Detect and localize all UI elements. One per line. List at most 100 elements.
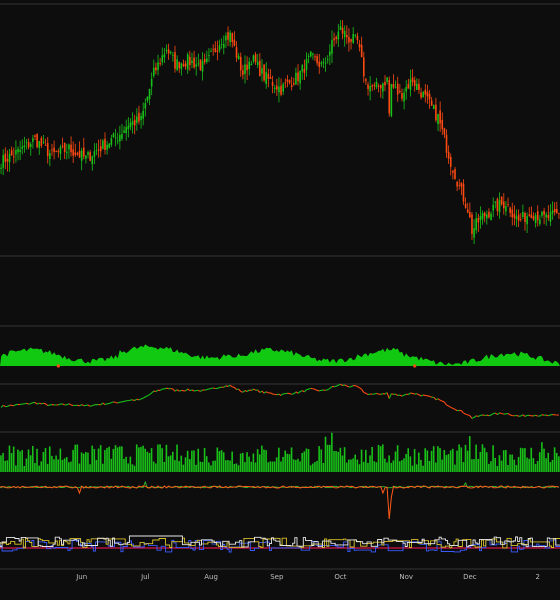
candle-body xyxy=(481,213,484,220)
volume-bar xyxy=(46,463,49,472)
candle-body xyxy=(76,153,79,155)
overlay-segment xyxy=(193,389,197,392)
volume-bar xyxy=(379,446,382,472)
volume-bar xyxy=(381,444,384,472)
overlay-segment xyxy=(115,401,118,404)
candle-body xyxy=(233,39,236,46)
candle-body xyxy=(356,35,359,41)
candle-body xyxy=(352,34,354,43)
volume-bar xyxy=(108,446,110,472)
volume-bar xyxy=(449,450,452,472)
volume-bar xyxy=(367,462,369,472)
volume-bar xyxy=(498,455,501,472)
volume-bar xyxy=(333,450,335,472)
candle-body xyxy=(312,53,314,55)
candle-body xyxy=(401,93,403,99)
candle-body xyxy=(305,59,308,70)
candle-body xyxy=(191,60,193,64)
candle-body xyxy=(437,114,439,125)
candle-body xyxy=(250,63,253,66)
candle-body xyxy=(445,134,448,153)
volume-bar xyxy=(445,455,448,472)
candle-body xyxy=(282,84,284,92)
candle-body xyxy=(517,214,520,221)
volume-bar xyxy=(411,465,414,472)
candle-body xyxy=(369,85,371,92)
volume-bar xyxy=(97,448,100,472)
area-marker xyxy=(413,364,417,368)
candle-body xyxy=(536,211,539,221)
volume-bar xyxy=(34,463,36,472)
candle-body xyxy=(4,153,7,162)
volume-bar xyxy=(343,447,346,472)
volume-bar xyxy=(475,444,477,472)
volume-bar xyxy=(290,447,293,472)
volume-bar xyxy=(57,459,60,472)
volume-bar xyxy=(112,449,115,472)
volume-bar xyxy=(524,448,526,472)
volume-bar xyxy=(65,457,68,472)
volume-bar xyxy=(252,453,255,472)
candle-body xyxy=(104,138,106,151)
volume-bar xyxy=(87,452,89,472)
volume-bar xyxy=(116,447,119,472)
volume-bar xyxy=(551,459,554,472)
candle-body xyxy=(407,84,410,89)
volume-bar xyxy=(142,445,144,472)
volume-bar xyxy=(163,461,166,472)
volume-bar xyxy=(210,465,212,472)
candle-body xyxy=(40,137,43,146)
candle-body xyxy=(388,80,391,114)
volume-bar xyxy=(10,453,13,472)
volume-bar xyxy=(435,462,437,472)
candle-body xyxy=(212,49,214,51)
volume-bar xyxy=(356,459,359,472)
candle-body xyxy=(53,147,55,153)
candle-body xyxy=(460,182,463,187)
candle-body xyxy=(309,51,312,57)
volume-bar xyxy=(492,445,494,472)
candle-body xyxy=(193,57,195,68)
overlay-segment xyxy=(465,413,468,416)
candle-body xyxy=(203,59,206,63)
volume-bar xyxy=(231,451,233,472)
volume-bar xyxy=(430,450,433,472)
candle-body xyxy=(553,208,556,213)
volume-bar xyxy=(144,448,147,472)
candle-body xyxy=(225,35,227,41)
candle-body xyxy=(511,209,514,218)
volume-bar xyxy=(191,450,193,472)
candle-body xyxy=(102,140,104,149)
candle-body xyxy=(479,216,482,220)
overlay-segment xyxy=(208,387,212,390)
volume-bar xyxy=(519,447,522,472)
overlay-segment xyxy=(546,414,549,417)
volume-bar xyxy=(161,448,163,472)
overlay-segment xyxy=(319,389,322,392)
volume-bar xyxy=(454,464,456,472)
candle-body xyxy=(405,86,408,92)
volume-bar xyxy=(152,461,155,472)
candle-body xyxy=(539,219,541,224)
volume-bar xyxy=(263,449,265,472)
volume-bar xyxy=(212,460,214,472)
candle-body xyxy=(148,88,151,100)
volume-bar xyxy=(386,462,388,472)
candle-body xyxy=(27,142,30,148)
volume-bar xyxy=(326,444,329,472)
volume-bar xyxy=(235,463,238,472)
candle-body xyxy=(186,54,189,70)
candle-body xyxy=(532,216,535,220)
volume-bar xyxy=(29,455,32,472)
volume-bar xyxy=(515,465,518,472)
volume-bar xyxy=(545,458,547,472)
overlay-segment xyxy=(533,414,536,417)
candle-body xyxy=(222,44,225,48)
candle-body xyxy=(265,72,268,85)
candle-body xyxy=(15,150,17,155)
volume-bar xyxy=(267,462,270,472)
volume-bar xyxy=(494,457,497,472)
volume-bar xyxy=(316,460,318,472)
volume-bar xyxy=(377,444,380,472)
volume-bar xyxy=(284,450,287,472)
